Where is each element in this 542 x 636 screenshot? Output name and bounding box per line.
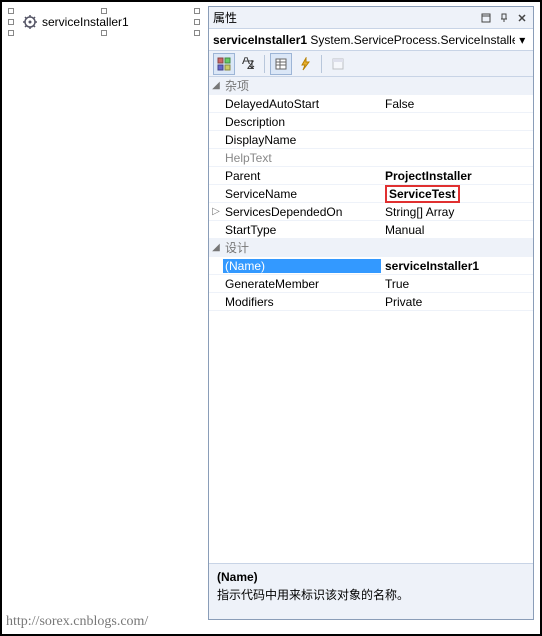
property-value[interactable]: serviceInstaller1 [381,259,533,273]
designer-selection[interactable]: serviceInstaller1 [8,8,200,36]
dropdown-icon[interactable]: ▾ [515,33,529,47]
resize-handle[interactable] [8,8,14,14]
property-value[interactable]: True [381,277,533,291]
category-row[interactable]: ◢设计 [209,239,533,257]
property-name[interactable]: Parent [223,169,381,183]
window-position-icon[interactable] [479,12,493,24]
property-row[interactable]: ▷ServicesDependedOnString[] Array [209,203,533,221]
svg-text:Z: Z [247,58,254,71]
properties-button[interactable] [270,53,292,75]
resize-handle[interactable] [8,19,14,25]
property-value[interactable]: False [381,97,533,111]
property-name[interactable]: ServicesDependedOn [223,205,381,219]
events-button[interactable] [294,53,316,75]
property-name[interactable]: DelayedAutoStart [223,97,381,111]
expand-icon[interactable]: ▷ [209,206,223,217]
property-row[interactable]: StartTypeManual [209,221,533,239]
property-value[interactable]: ProjectInstaller [381,169,533,183]
property-name[interactable]: StartType [223,223,381,237]
description-text: 指示代码中用来标识该对象的名称。 [217,586,525,603]
properties-toolbar: AZ [209,51,533,77]
property-row[interactable]: DelayedAutoStartFalse [209,95,533,113]
property-row[interactable]: Description [209,113,533,131]
resize-handle[interactable] [8,30,14,36]
property-row[interactable]: (Name)serviceInstaller1 [209,257,533,275]
component-label: serviceInstaller1 [42,15,129,29]
watermark-text: http://sorex.cnblogs.com/ [6,614,148,630]
toolbar-separator [321,55,322,73]
description-pane: (Name) 指示代码中用来标识该对象的名称。 [209,563,533,619]
property-row[interactable]: ParentProjectInstaller [209,167,533,185]
gear-icon [22,14,38,30]
alphabetical-button[interactable]: AZ [237,53,259,75]
category-row[interactable]: ◢杂项 [209,77,533,95]
property-row[interactable]: ServiceNameServiceTest [209,185,533,203]
property-name[interactable]: Modifiers [223,295,381,309]
categorized-button[interactable] [213,53,235,75]
panel-title: 属性 [213,9,475,26]
property-grid[interactable]: ◢杂项DelayedAutoStartFalseDescriptionDispl… [209,77,533,563]
property-pages-button[interactable] [327,53,349,75]
properties-panel: 属性 serviceInstaller1 System.ServiceProce… [208,6,534,620]
pin-icon[interactable] [497,12,511,24]
property-value[interactable]: Manual [381,223,533,237]
resize-handle[interactable] [194,19,200,25]
category-label: 设计 [223,239,533,256]
property-name[interactable]: GenerateMember [223,277,381,291]
property-value[interactable]: ServiceTest [381,185,533,203]
property-value[interactable]: String[] Array [381,205,533,219]
object-selector[interactable]: serviceInstaller1 System.ServiceProcess.… [209,29,533,51]
property-row[interactable]: HelpText [209,149,533,167]
close-icon[interactable] [515,12,529,24]
property-name[interactable]: (Name) [223,259,381,273]
collapse-icon[interactable]: ◢ [209,242,223,253]
panel-titlebar[interactable]: 属性 [209,7,533,29]
property-name[interactable]: DisplayName [223,133,381,147]
resize-handle[interactable] [101,30,107,36]
resize-handle[interactable] [194,30,200,36]
property-row[interactable]: DisplayName [209,131,533,149]
property-name[interactable]: Description [223,115,381,129]
property-name[interactable]: ServiceName [223,187,381,201]
toolbar-separator [264,55,265,73]
resize-handle[interactable] [194,8,200,14]
property-name[interactable]: HelpText [223,151,381,165]
category-label: 杂项 [223,77,533,94]
property-row[interactable]: GenerateMemberTrue [209,275,533,293]
property-value[interactable]: Private [381,295,533,309]
object-type: System.ServiceProcess.ServiceInstaller [310,33,515,47]
property-row[interactable]: ModifiersPrivate [209,293,533,311]
object-name: serviceInstaller1 [213,33,307,47]
collapse-icon[interactable]: ◢ [209,80,223,91]
component-item[interactable]: serviceInstaller1 [22,14,129,30]
description-name: (Name) [217,570,525,584]
